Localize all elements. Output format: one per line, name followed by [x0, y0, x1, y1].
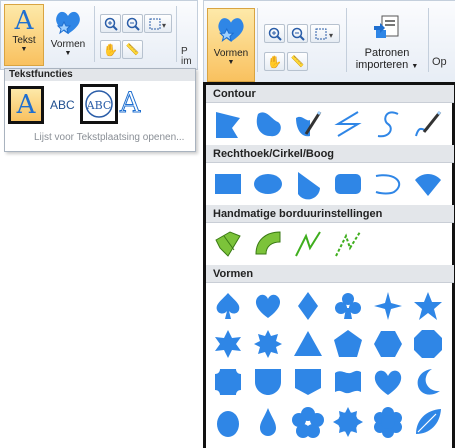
zoom-in-button[interactable] [264, 24, 285, 43]
monogram-tool[interactable]: ABC [80, 84, 118, 124]
section-header-shapes: Vormen [206, 265, 454, 283]
truncated-label-import: im [181, 56, 192, 67]
zoom-in-icon [268, 27, 282, 41]
contour-blob-icon[interactable] [250, 106, 286, 142]
hand-icon: ✋ [103, 42, 118, 57]
ribbon-separator [346, 8, 347, 72]
import-patterns-icon [374, 15, 399, 38]
zoom-in-button[interactable] [100, 14, 121, 33]
svg-text:ABC: ABC [86, 99, 112, 112]
arc-icon[interactable] [370, 166, 406, 202]
ribbon-separator [176, 6, 177, 62]
shapes-button[interactable]: Vormen ▼ [46, 4, 90, 64]
chevron-down-icon: ▼ [64, 50, 72, 57]
shield-icon[interactable] [250, 364, 286, 400]
manual-line-icon[interactable] [290, 226, 326, 262]
measure-button[interactable]: 📏 [122, 40, 143, 59]
flower-eight-icon[interactable] [330, 404, 366, 440]
chevron-down-icon: ▼ [20, 46, 28, 53]
eight-point-star-icon[interactable] [250, 326, 286, 362]
zoom-out-icon [126, 17, 140, 31]
import-patterns-button[interactable]: Patronen importeren ▼ [350, 10, 424, 80]
rounded-rectangle-icon[interactable] [330, 166, 366, 202]
rectangle-icon[interactable] [210, 166, 246, 202]
fan-sector-icon[interactable] [290, 166, 326, 202]
four-point-star-icon[interactable] [370, 288, 406, 324]
contour-polygon-icon[interactable] [210, 106, 246, 142]
chevron-down-icon: ▼ [227, 59, 235, 66]
outline-a-icon: A [119, 86, 141, 120]
section-header-manual-settings: Handmatige borduurinstellingen [206, 205, 454, 223]
ellipse-icon[interactable] [250, 166, 286, 202]
shapes-button-right[interactable]: Vormen ▼ [207, 8, 255, 82]
zoom-fit-icon: ▾ [315, 28, 333, 40]
pentagon-icon[interactable] [330, 326, 366, 362]
svg-text:▾: ▾ [162, 21, 166, 30]
section-header-rectangle-circle-arc: Rechthoek/Cirkel/Boog [206, 145, 454, 163]
zoom-fit-button[interactable]: ▾ [144, 14, 172, 33]
leaf-icon[interactable] [410, 404, 446, 440]
flower-six-icon[interactable] [370, 404, 406, 440]
pan-button[interactable]: ✋ [264, 52, 285, 71]
ribbon-separator [257, 8, 258, 72]
svg-text:▾: ▾ [329, 31, 333, 40]
heart-star-icon [56, 11, 80, 35]
text-on-path-tool[interactable]: A [119, 86, 142, 122]
triangle-icon[interactable] [290, 326, 326, 362]
measure-button[interactable]: 📏 [287, 52, 308, 71]
manual-block-curved-icon[interactable] [250, 226, 286, 262]
ruler-icon: 📏 [290, 56, 305, 68]
text-a-icon: A [14, 6, 34, 36]
flower-five-icon[interactable] [290, 404, 326, 440]
ruler-icon: 📏 [125, 44, 140, 56]
hexagon-icon[interactable] [370, 326, 406, 362]
text-button[interactable]: A Tekst ▼ [4, 4, 44, 66]
contour-zigzag-line-icon[interactable] [330, 106, 366, 142]
section-header-contour: Contour [206, 85, 454, 103]
club-icon[interactable] [330, 288, 366, 324]
diamond-icon[interactable] [290, 288, 326, 324]
hand-icon: ✋ [267, 54, 282, 69]
heart-star-icon [218, 18, 244, 43]
pan-button[interactable]: ✋ [100, 40, 121, 59]
octagon-icon[interactable] [410, 326, 446, 362]
contour-s-curve-icon[interactable] [370, 106, 406, 142]
crescent-icon[interactable] [410, 364, 446, 400]
zoom-out-icon [291, 27, 305, 41]
small-text-tool[interactable]: ABC [50, 98, 75, 112]
heart-icon[interactable] [250, 288, 286, 324]
zoom-fit-icon: ▾ [149, 18, 166, 30]
dropdown-header: Tekstfuncties [5, 69, 195, 81]
text-placement-list-link[interactable]: Lijst voor Tekstplaatsing openen... [34, 132, 184, 143]
spade-icon[interactable] [210, 288, 246, 324]
manual-block-straight-icon[interactable] [210, 226, 246, 262]
contour-curve-brush-icon[interactable] [410, 106, 446, 142]
zoom-fit-button[interactable]: ▾ [310, 24, 340, 43]
text-a-icon: A [16, 90, 36, 120]
ribbon-separator [428, 8, 429, 72]
zoom-out-button[interactable] [287, 24, 308, 43]
zoom-in-icon [104, 17, 118, 31]
heart-rounded-icon[interactable] [370, 364, 406, 400]
truncated-label-options: Op [432, 56, 447, 68]
chevron-down-icon: ▼ [411, 63, 419, 70]
contour-freehand-brush-icon[interactable] [290, 106, 326, 142]
egg-icon[interactable] [210, 404, 246, 440]
wave-flag-icon[interactable] [330, 364, 366, 400]
monogram-icon: ABC [85, 90, 113, 118]
six-point-star-icon[interactable] [210, 326, 246, 362]
manual-dashed-line-icon[interactable] [330, 226, 366, 262]
cut-square-icon[interactable] [210, 364, 246, 400]
badge-icon[interactable] [290, 364, 326, 400]
ribbon-separator [94, 6, 95, 62]
drop-icon[interactable] [250, 404, 286, 440]
five-point-star-icon[interactable] [410, 288, 446, 324]
zoom-out-button[interactable] [122, 14, 143, 33]
chord-icon[interactable] [410, 166, 446, 202]
text-tool-selected[interactable]: A [8, 86, 44, 124]
